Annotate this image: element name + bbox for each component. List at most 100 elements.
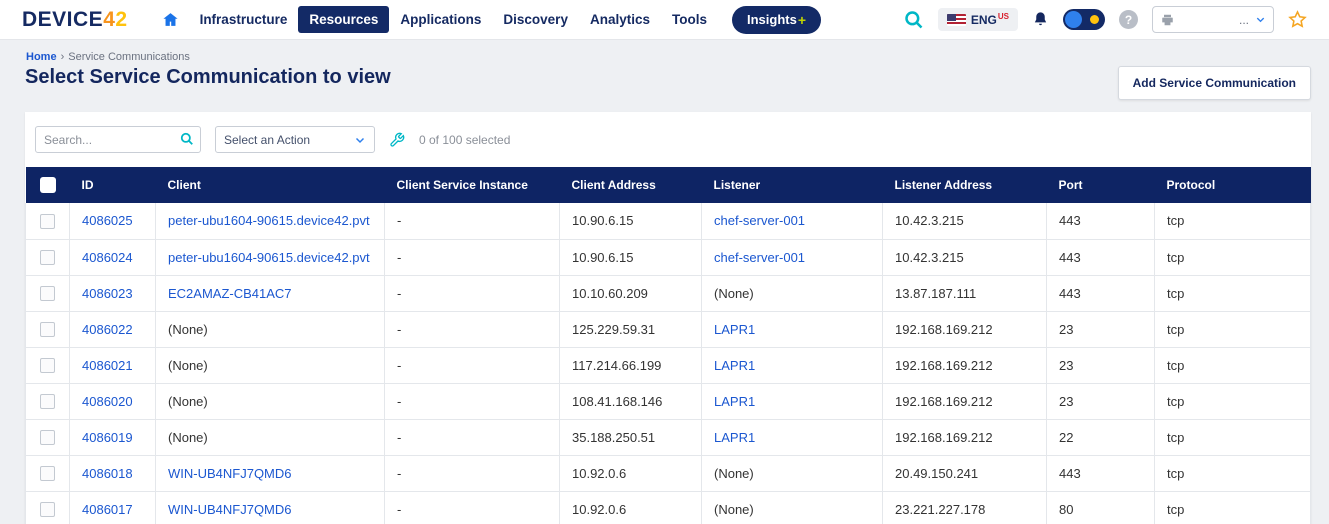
id-link-link[interactable]: 4086017 [82,502,133,517]
id-link-link[interactable]: 4086020 [82,394,133,409]
client-link[interactable]: WIN-UB4NFJ7QMD6 [168,502,292,517]
listener-link[interactable]: chef-server-001 [714,213,805,228]
language-selector[interactable]: ENGUS [938,8,1018,31]
navbar-right-group: ENGUS ? ... [904,6,1307,33]
port-text: 443 [1059,466,1081,481]
table-row: 4086021(None)-117.214.66.199LAPR1192.168… [26,347,1311,383]
protocol-text: tcp [1167,213,1184,228]
home-icon[interactable] [162,11,179,28]
client-text: (None) [168,430,208,445]
selection-status: 0 of 100 selected [419,133,510,147]
column-header: Client [156,167,385,203]
insights-plus: + [798,12,806,28]
nav-item-resources[interactable]: Resources [298,6,389,33]
row-checkbox[interactable] [40,214,55,229]
listener-text: (None) [714,286,754,301]
listener-link[interactable]: chef-server-001 [714,250,805,265]
listener-address-text: 192.168.169.212 [895,358,993,373]
dropdown-ellipsis: ... [1239,15,1249,25]
listener-link[interactable]: LAPR1 [714,430,755,445]
port-text: 23 [1059,394,1073,409]
insights-button[interactable]: Insights + [732,6,821,34]
select-all-checkbox[interactable] [40,177,56,193]
client-address-text: 10.10.60.209 [572,286,648,301]
favorite-star-icon[interactable] [1288,10,1307,29]
port-text: 23 [1059,358,1073,373]
nav-item-analytics[interactable]: Analytics [579,6,661,33]
client-link[interactable]: peter-ubu1604-90615.device42.pvt [168,250,370,265]
insights-label: Insights [747,12,797,27]
listener-text: (None) [714,466,754,481]
protocol-text: tcp [1167,502,1184,517]
client-link[interactable]: peter-ubu1604-90615.device42.pvt [168,213,370,228]
port-text: 443 [1059,286,1081,301]
breadcrumb-separator: › [61,51,65,63]
theme-toggle[interactable] [1063,9,1105,30]
notifications-bell-icon[interactable] [1032,11,1049,28]
nav-item-discovery[interactable]: Discovery [492,6,579,33]
wrench-icon[interactable] [389,132,405,148]
listener-address-text: 192.168.169.212 [895,430,993,445]
nav-item-applications[interactable]: Applications [389,6,492,33]
sun-icon [1090,15,1099,24]
client-text: (None) [168,322,208,337]
language-label: ENGUS [971,12,1009,27]
listener-address-text: 10.42.3.215 [895,213,964,228]
client-address-text: 10.92.0.6 [572,466,626,481]
protocol-text: tcp [1167,394,1184,409]
column-header: Client Service Instance [385,167,560,203]
nav-item-infrastructure[interactable]: Infrastructure [189,6,299,33]
row-checkbox[interactable] [40,286,55,301]
listener-link[interactable]: LAPR1 [714,358,755,373]
column-header: Listener Address [883,167,1047,203]
protocol-text: tcp [1167,250,1184,265]
search-icon [180,132,194,146]
action-select-value: Select an Action [224,133,310,147]
row-checkbox[interactable] [40,466,55,481]
client-service-instance-text: - [397,502,401,517]
table-row: 4086023EC2AMAZ-CB41AC7-10.10.60.209(None… [26,275,1311,311]
client-text: (None) [168,394,208,409]
id-link-link[interactable]: 4086025 [82,213,133,228]
row-checkbox[interactable] [40,322,55,337]
row-checkbox[interactable] [40,394,55,409]
printer-dropdown[interactable]: ... [1152,6,1274,33]
row-checkbox[interactable] [40,430,55,445]
port-text: 443 [1059,213,1081,228]
id-link-link[interactable]: 4086023 [82,286,133,301]
page-title: Select Service Communication to view [25,66,391,89]
row-checkbox[interactable] [40,250,55,265]
global-search-icon[interactable] [904,10,924,30]
client-link[interactable]: EC2AMAZ-CB41AC7 [168,286,292,301]
device42-logo[interactable]: DEVICE42 [22,8,128,32]
row-checkbox[interactable] [40,502,55,517]
chevron-down-icon [354,134,366,146]
add-service-communication-button[interactable]: Add Service Communication [1118,66,1311,100]
id-link-link[interactable]: 4086021 [82,358,133,373]
table-row: 4086020(None)-108.41.168.146LAPR1192.168… [26,383,1311,419]
id-link-link[interactable]: 4086022 [82,322,133,337]
help-icon[interactable]: ? [1119,10,1138,29]
id-link-link[interactable]: 4086018 [82,466,133,481]
client-address-text: 10.90.6.15 [572,213,633,228]
listener-link[interactable]: LAPR1 [714,322,755,337]
action-select[interactable]: Select an Action [215,126,375,153]
nav-item-tools[interactable]: Tools [661,6,718,33]
service-communications-table: IDClientClient Service InstanceClient Ad… [25,167,1311,524]
id-link-link[interactable]: 4086019 [82,430,133,445]
us-flag-icon [947,14,966,26]
client-link[interactable]: WIN-UB4NFJ7QMD6 [168,466,292,481]
table-header-row: IDClientClient Service InstanceClient Ad… [26,167,1311,203]
id-link-link[interactable]: 4086024 [82,250,133,265]
breadcrumb-current: Service Communications [68,51,190,63]
client-service-instance-text: - [397,213,401,228]
row-checkbox[interactable] [40,358,55,373]
logo-four-text: 4 [103,8,115,32]
column-header: Listener [702,167,883,203]
breadcrumb-home-link[interactable]: Home [26,51,57,63]
protocol-text: tcp [1167,466,1184,481]
client-address-text: 117.214.66.199 [572,358,661,373]
search-input[interactable] [35,126,201,153]
listener-link[interactable]: LAPR1 [714,394,755,409]
client-service-instance-text: - [397,322,401,337]
